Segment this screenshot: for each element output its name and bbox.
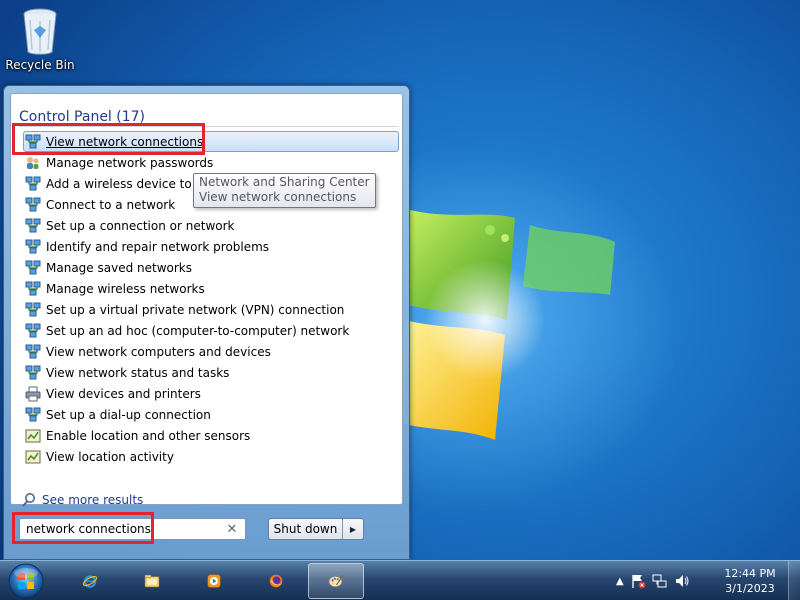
network-tray-icon[interactable]	[652, 573, 668, 589]
network-icon	[25, 134, 41, 148]
start-button-icon[interactable]	[6, 562, 46, 600]
result-item-label: Add a wireless device to t	[46, 176, 201, 191]
result-item-label: View network status and tasks	[46, 365, 230, 380]
result-item-label: View network connections	[46, 134, 204, 149]
result-item[interactable]: Manage wireless networks	[25, 278, 399, 299]
tooltip-line-1: Network and Sharing Center	[199, 175, 370, 189]
network-icon	[25, 407, 41, 421]
network-icon	[25, 239, 41, 253]
result-item[interactable]: Manage saved networks	[25, 257, 399, 278]
recycle-bin-label: Recycle Bin	[5, 58, 75, 72]
result-item-label: Connect to a network	[46, 197, 176, 212]
clear-search-icon[interactable]: ✕	[225, 522, 239, 537]
results-group-title: Control Panel (17)	[19, 109, 399, 127]
system-tray: ▲	[616, 561, 690, 600]
result-item-label: Enable location and other sensors	[46, 428, 251, 443]
start-menu: Control Panel (17) View network connecti…	[3, 85, 410, 560]
clock-date: 3/1/2023	[725, 582, 775, 595]
action-center-flag-icon[interactable]	[630, 573, 646, 589]
result-item[interactable]: View network status and tasks	[25, 362, 399, 383]
result-item-label: Set up an ad hoc (computer-to-computer) …	[46, 323, 350, 338]
result-item[interactable]: View network connections	[23, 131, 399, 152]
result-item[interactable]: Identify and repair network problems	[25, 236, 399, 257]
tooltip-line-2: View network connections	[199, 190, 357, 204]
shutdown-button-group: Shut down ▶	[268, 518, 364, 540]
taskbar-clock[interactable]: 12:44 PM 3/1/2023	[718, 566, 782, 596]
taskbar-media-player[interactable]	[186, 563, 242, 599]
show-desktop-button[interactable]	[788, 561, 800, 600]
network-icon	[25, 197, 41, 211]
result-item-label: Set up a dial-up connection	[46, 407, 211, 422]
result-item[interactable]: View location activity	[25, 446, 399, 467]
result-item[interactable]: Set up a dial-up connection	[25, 404, 399, 425]
taskbar-file-explorer[interactable]	[124, 563, 180, 599]
network-icon	[25, 302, 41, 316]
file-explorer-icon	[144, 574, 160, 588]
result-item-label: Manage saved networks	[46, 260, 192, 275]
taskbar-internet-explorer[interactable]	[62, 563, 118, 599]
taskbar-firefox[interactable]	[248, 563, 304, 599]
network-icon	[25, 260, 41, 274]
show-hidden-icons-icon[interactable]: ▲	[616, 576, 624, 587]
network-icon	[25, 176, 41, 190]
network-icon	[25, 323, 41, 337]
result-item[interactable]: Enable location and other sensors	[25, 425, 399, 446]
recycle-bin-icon	[23, 8, 57, 55]
taskbar: ▲ 12:44 PM 3/1/2023	[0, 560, 800, 600]
result-item-label: Manage network passwords	[46, 155, 214, 170]
result-item-label: Identify and repair network problems	[46, 239, 270, 254]
media-player-icon	[207, 574, 221, 588]
taskbar-paint[interactable]	[308, 563, 364, 599]
windows-logo-wallpaper	[395, 210, 615, 440]
see-more-results-label: See more results	[42, 493, 144, 507]
recycle-bin-shortcut[interactable]: Recycle Bin	[4, 6, 76, 72]
network-icon	[25, 281, 41, 295]
result-item-label: Set up a virtual private network (VPN) c…	[46, 302, 345, 317]
network-icon	[25, 365, 41, 379]
result-item[interactable]: Set up a connection or network	[25, 215, 399, 236]
result-item[interactable]: Set up an ad hoc (computer-to-computer) …	[25, 320, 399, 341]
result-item[interactable]: View network computers and devices	[25, 341, 399, 362]
result-item[interactable]: View devices and printers	[25, 383, 399, 404]
sensor-icon	[25, 450, 41, 463]
clock-time: 12:44 PM	[724, 567, 776, 580]
firefox-icon	[269, 574, 283, 588]
result-item[interactable]: Set up a virtual private network (VPN) c…	[25, 299, 399, 320]
search-icon	[22, 493, 35, 507]
result-item-label: View network computers and devices	[46, 344, 271, 359]
result-item-label: Set up a connection or network	[46, 218, 235, 233]
start-search-box[interactable]: ✕	[19, 518, 246, 540]
network-icon	[25, 218, 41, 232]
result-item-label: View location activity	[46, 449, 174, 464]
result-item[interactable]: Manage network passwords	[25, 152, 399, 173]
shutdown-options-arrow-icon[interactable]: ▶	[343, 519, 363, 539]
shutdown-button[interactable]: Shut down	[269, 519, 343, 539]
see-more-results-link[interactable]: See more results	[21, 492, 143, 508]
result-item-label: View devices and printers	[46, 386, 201, 401]
search-results-pane: Control Panel (17) View network connecti…	[10, 93, 403, 508]
printer-icon	[25, 386, 41, 401]
internet-explorer-icon	[82, 575, 98, 588]
sensor-icon	[25, 429, 41, 442]
network-icon	[25, 344, 41, 358]
start-search-input[interactable]	[26, 522, 225, 536]
paint-icon	[328, 574, 344, 587]
volume-icon[interactable]	[674, 573, 690, 589]
result-item-label: Manage wireless networks	[46, 281, 205, 296]
users-key-icon	[27, 156, 39, 169]
result-tooltip: Network and Sharing Center View network …	[193, 173, 376, 208]
